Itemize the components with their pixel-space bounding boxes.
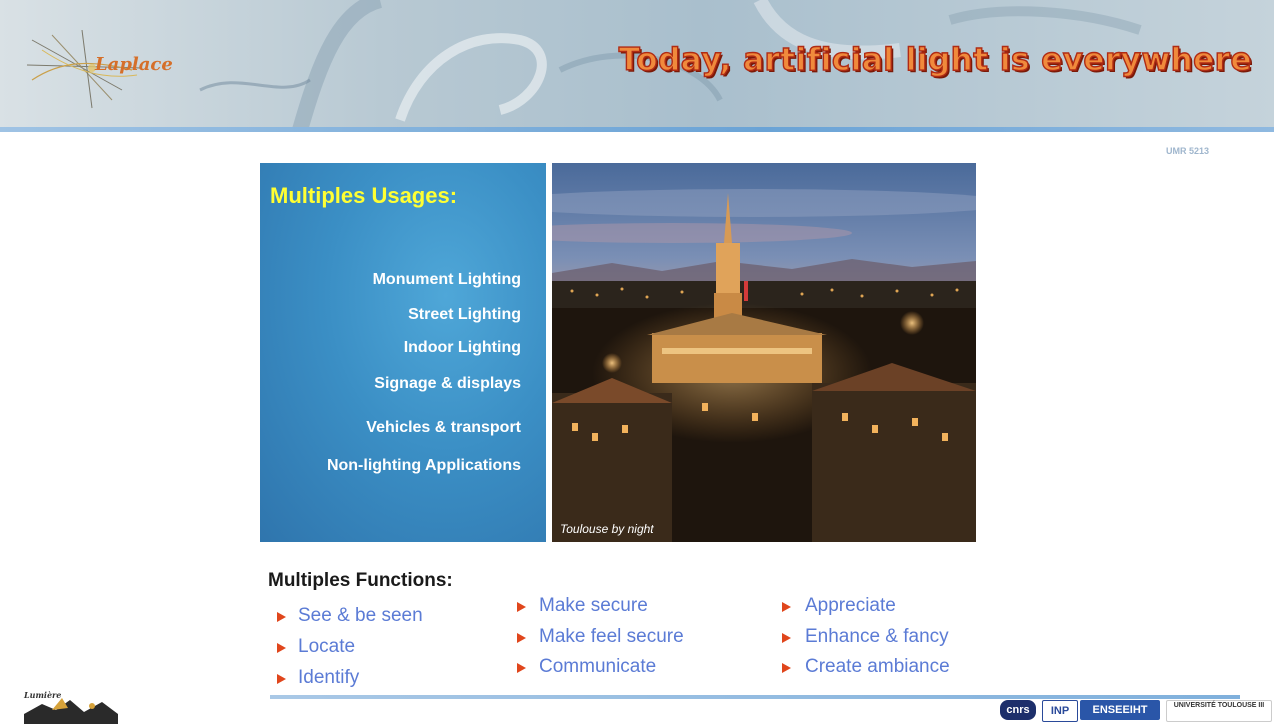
usages-panel: Multiples Usages: Monument Lighting Stre…	[260, 163, 546, 542]
city-night-illustration	[552, 163, 976, 542]
cnrs-logo: cnrs	[1000, 700, 1036, 720]
function-item: Make secure	[539, 595, 648, 616]
universite-toulouse-logo: UNIVERSITÉ TOULOUSE III	[1166, 700, 1272, 722]
function-item: Appreciate	[805, 595, 896, 616]
inp-logo: INP	[1042, 700, 1078, 722]
bullet-icon	[782, 602, 791, 612]
function-item: Locate	[298, 636, 356, 657]
function-item: Communicate	[539, 656, 657, 677]
functions-title: Multiples Functions:	[268, 570, 453, 591]
bullet-icon	[277, 674, 286, 684]
footer-rule	[270, 695, 1240, 699]
lumiere-logo-text: Lumière	[24, 690, 62, 700]
bullet-icon	[782, 663, 791, 673]
bullet-icon	[517, 602, 526, 612]
photo-caption: Toulouse by night	[560, 522, 654, 536]
function-item: See & be seen	[298, 605, 423, 626]
function-item: Enhance & fancy	[805, 626, 949, 647]
header-banner: Laplace Today, artificial light is every…	[0, 0, 1274, 130]
usage-item: Vehicles & transport	[366, 419, 521, 436]
usage-item: Indoor Lighting	[403, 339, 521, 356]
usages-title: Multiples Usages:	[270, 183, 458, 208]
bullet-icon	[277, 643, 286, 653]
umr-label: UMR 5213	[1166, 146, 1210, 156]
usage-item: Signage & displays	[374, 375, 521, 392]
bullet-icon	[517, 633, 526, 643]
usage-item: Street Lighting	[408, 306, 521, 323]
bullet-icon	[517, 663, 526, 673]
laplace-logo-text: Laplace	[95, 54, 173, 75]
function-item: Identify	[298, 667, 360, 688]
bullet-icon	[277, 612, 286, 622]
usage-item: Non-lighting Applications	[326, 457, 521, 474]
slide: Laplace Today, artificial light is every…	[0, 0, 1274, 724]
slide-title: Today, artificial light is everywhere	[618, 41, 1252, 78]
function-item: Create ambiance	[805, 656, 950, 677]
enseeiht-logo: ENSEEIHT	[1080, 700, 1160, 720]
usage-item: Monument Lighting	[372, 271, 521, 288]
bullet-icon	[782, 633, 791, 643]
function-item: Make feel secure	[539, 626, 684, 647]
header-rule	[0, 127, 1274, 132]
toulouse-night-photo: Toulouse by night	[552, 163, 976, 542]
